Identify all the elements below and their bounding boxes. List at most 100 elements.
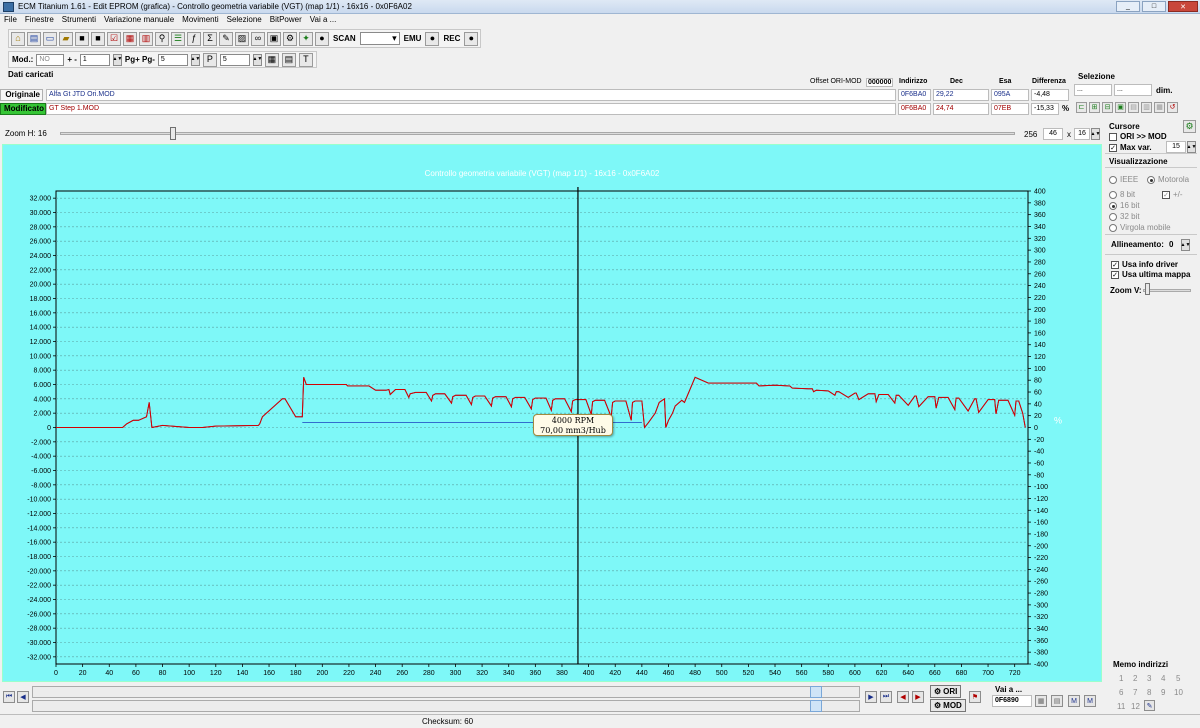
- next-button[interactable]: ▶: [865, 691, 877, 703]
- p-field[interactable]: 5: [219, 53, 250, 66]
- 8bit-radio[interactable]: [1109, 190, 1117, 199]
- memo-2[interactable]: 2: [1133, 674, 1137, 683]
- map-icon[interactable]: ▥: [139, 31, 153, 46]
- max-var-field[interactable]: 15: [1166, 141, 1186, 153]
- signed-option[interactable]: ✓ +/-: [1162, 190, 1183, 199]
- step-spinner[interactable]: ▲▼: [112, 53, 122, 66]
- select-start-icon[interactable]: ⊏: [1076, 102, 1087, 113]
- menu-bitpower[interactable]: BitPower: [266, 14, 306, 26]
- save-as-icon[interactable]: ■: [91, 31, 105, 46]
- menu-variazione-manuale[interactable]: Variazione manuale: [100, 14, 178, 26]
- chart-area[interactable]: Controllo geometria variabile (VGT) (map…: [2, 144, 1102, 682]
- vgt-map-chart[interactable]: Controllo geometria variabile (VGT) (map…: [3, 145, 1101, 681]
- window-icon[interactable]: ▭: [43, 31, 57, 46]
- copy-sel-icon[interactable]: ▤: [1128, 102, 1139, 113]
- motorola-option[interactable]: Motorola: [1147, 175, 1189, 184]
- memo-5[interactable]: 5: [1176, 674, 1180, 683]
- record-icon[interactable]: ●: [315, 31, 329, 46]
- usa-info-checkbox[interactable]: ✓: [1111, 260, 1119, 269]
- rec-icon[interactable]: ●: [464, 31, 479, 46]
- percent-toggle[interactable]: %: [1062, 104, 1069, 113]
- select-all-icon[interactable]: ▣: [1115, 102, 1126, 113]
- sigma-icon[interactable]: Σ: [203, 31, 217, 46]
- memo-save-icon[interactable]: ✎: [1144, 700, 1155, 711]
- grid-icon[interactable]: ▦: [264, 52, 279, 67]
- memo-4[interactable]: 4: [1161, 674, 1165, 683]
- selection-to-field[interactable]: ...: [1114, 84, 1152, 96]
- menu-strumenti[interactable]: Strumenti: [58, 14, 100, 26]
- alignment-spinner[interactable]: ▲▼: [1181, 239, 1190, 251]
- menu-selezione[interactable]: Selezione: [223, 14, 266, 26]
- scan-combo[interactable]: [359, 32, 400, 45]
- open-file-icon[interactable]: ▤: [27, 31, 41, 46]
- mod-field[interactable]: NO: [36, 53, 65, 66]
- emu-label[interactable]: EMU: [402, 34, 424, 43]
- p-spinner[interactable]: ▲▼: [252, 53, 262, 66]
- zoom-h-thumb[interactable]: [170, 127, 176, 140]
- checksum-icon[interactable]: ☑: [107, 31, 121, 46]
- memo-prev-icon[interactable]: M: [1068, 695, 1080, 707]
- prev-page-button[interactable]: ◀: [17, 691, 29, 703]
- selection-from-field[interactable]: ...: [1074, 84, 1112, 96]
- paste-sel-icon[interactable]: ▥: [1141, 102, 1152, 113]
- 32bit-radio[interactable]: [1109, 212, 1117, 221]
- list-icon[interactable]: ☰: [171, 31, 185, 46]
- vai-grid-icon[interactable]: ▦: [1035, 695, 1047, 707]
- memo-3[interactable]: 3: [1147, 674, 1151, 683]
- motorola-radio[interactable]: [1147, 175, 1155, 184]
- compare-icon[interactable]: ▦: [123, 31, 137, 46]
- menu-movimenti[interactable]: Movimenti: [178, 14, 222, 26]
- maximize-button[interactable]: □: [1142, 1, 1166, 12]
- home-icon[interactable]: ⌂: [11, 31, 25, 46]
- emu-icon[interactable]: ●: [425, 31, 440, 46]
- vai-table-icon[interactable]: ▤: [1051, 695, 1063, 707]
- scrollbar-thumb-top[interactable]: [810, 686, 822, 698]
- pencil-icon[interactable]: ✎: [219, 31, 233, 46]
- minimize-button[interactable]: _: [1116, 1, 1140, 12]
- prev-map-button[interactable]: ◀: [897, 691, 909, 703]
- close-button[interactable]: ✕: [1168, 1, 1198, 12]
- horizontal-scrollbar-bottom[interactable]: [32, 700, 860, 712]
- menu-file[interactable]: File: [0, 14, 21, 26]
- zoom-value-2[interactable]: 46: [1043, 128, 1063, 140]
- menu-finestre[interactable]: Finestre: [21, 14, 58, 26]
- column-icon[interactable]: T: [298, 52, 313, 67]
- last-button[interactable]: ⏭: [880, 691, 892, 703]
- search-map-icon[interactable]: ⚲: [155, 31, 169, 46]
- float-radio[interactable]: [1109, 223, 1117, 232]
- next-map-button[interactable]: ▶: [912, 691, 924, 703]
- p-icon[interactable]: P: [202, 52, 217, 67]
- 16bit-radio[interactable]: [1109, 201, 1117, 210]
- zoom-v-thumb[interactable]: [1145, 283, 1150, 295]
- max-var-checkbox[interactable]: ✓: [1109, 143, 1117, 152]
- scan-label[interactable]: SCAN: [331, 34, 358, 43]
- memo-11[interactable]: 11: [1117, 702, 1125, 711]
- memo-next-icon[interactable]: M: [1084, 695, 1096, 707]
- first-page-button[interactable]: ⏮: [3, 691, 15, 703]
- function-icon[interactable]: ƒ: [187, 31, 201, 46]
- select-row-icon[interactable]: ⊞: [1089, 102, 1100, 113]
- memo-1[interactable]: 1: [1119, 674, 1123, 683]
- ori-mod-checkbox[interactable]: [1109, 132, 1117, 141]
- float-option[interactable]: Virgola mobile: [1109, 223, 1171, 232]
- memo-7[interactable]: 7: [1133, 688, 1137, 697]
- undo-sel-icon[interactable]: ↺: [1167, 102, 1178, 113]
- memo-9[interactable]: 9: [1161, 688, 1165, 697]
- alignment-value[interactable]: 0: [1169, 240, 1173, 249]
- ori-button[interactable]: ⚙ ORI: [930, 685, 962, 698]
- 8bit-option[interactable]: 8 bit: [1109, 190, 1135, 199]
- zoom-h-slider[interactable]: [60, 132, 1015, 135]
- memo-6[interactable]: 6: [1119, 688, 1123, 697]
- horizontal-scrollbar-top[interactable]: [32, 686, 860, 698]
- ieee-option[interactable]: IEEE: [1109, 175, 1138, 184]
- hex-view-icon[interactable]: ▣: [267, 31, 281, 46]
- memo-8[interactable]: 8: [1147, 688, 1151, 697]
- cursor-tool-icon[interactable]: ⚙: [1183, 120, 1196, 133]
- menu-vai-a[interactable]: Vai a ...: [306, 14, 341, 26]
- chart-icon[interactable]: ▨: [235, 31, 249, 46]
- zoom-v-slider[interactable]: [1143, 289, 1191, 292]
- 32bit-option[interactable]: 32 bit: [1109, 212, 1140, 221]
- table-icon[interactable]: ▤: [281, 52, 296, 67]
- scrollbar-thumb-bottom[interactable]: [810, 700, 822, 712]
- folder-icon[interactable]: ▰: [59, 31, 73, 46]
